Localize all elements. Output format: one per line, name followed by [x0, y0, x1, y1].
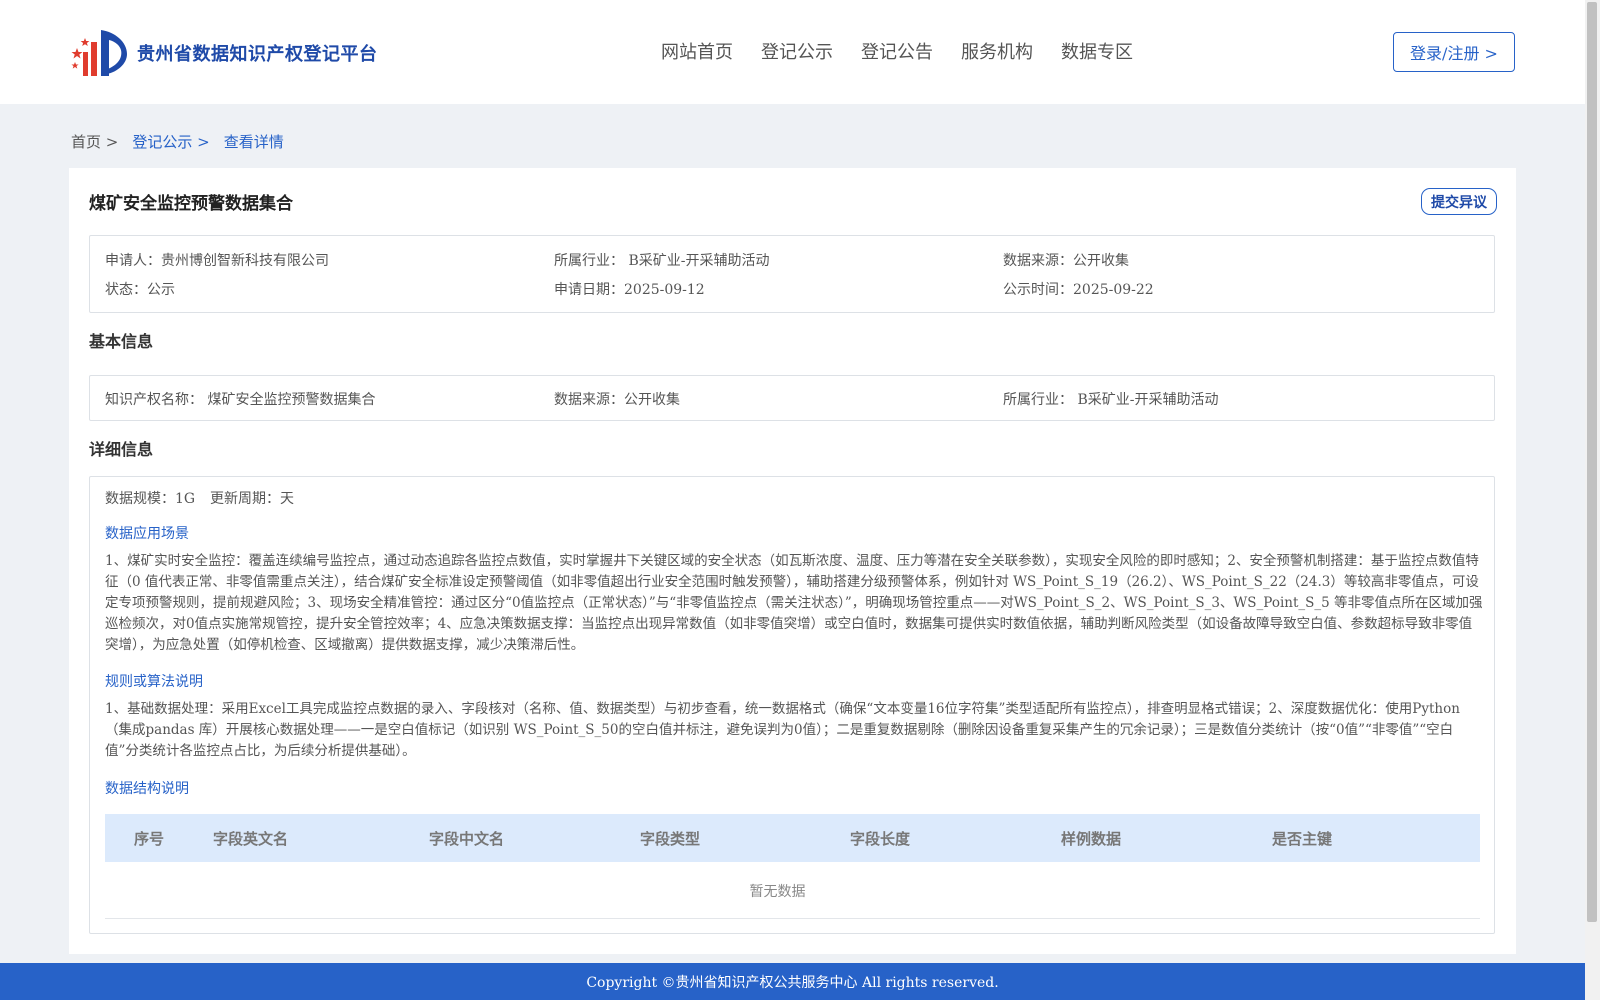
- th-field-type: 字段类型: [640, 830, 701, 848]
- table-divider: [105, 918, 1480, 919]
- data-scale: 数据规模：1G: [105, 491, 196, 507]
- basic-industry: 所属行业： B采矿业-开采辅助活动: [1003, 392, 1219, 408]
- nav-service-agencies[interactable]: 服务机构: [961, 38, 1033, 64]
- breadcrumb: 首页 > 登记公示 > 查看详情: [71, 131, 298, 152]
- submit-objection-button[interactable]: 提交异议: [1421, 188, 1497, 215]
- scrollbar-thumb[interactable]: [1587, 2, 1597, 922]
- site-brand-title[interactable]: 贵州省数据知识产权登记平台: [137, 40, 378, 66]
- login-register-button[interactable]: 登录/注册 >: [1393, 32, 1515, 72]
- applicant: 申请人：贵州博创智新科技有限公司: [105, 253, 329, 269]
- table-empty-text: 暂无数据: [749, 884, 806, 900]
- structure-table-header: 序号 字段英文名 字段中文名 字段类型 字段长度 样例数据 是否主键: [105, 814, 1480, 862]
- rule-text: 1、基础数据处理：采用Excel工具完成监控点数据的录入、字段核对（名称、值、数…: [105, 701, 1460, 759]
- site-logo-icon: [71, 30, 127, 76]
- main-nav: 网站首页 登记公示 登记公告 服务机构 数据专区: [661, 38, 1161, 64]
- publish-date: 公示时间：2025-09-22: [1003, 282, 1154, 298]
- nav-registration-publicity[interactable]: 登记公示: [761, 38, 833, 64]
- detail-info-heading: 详细信息: [89, 440, 154, 459]
- copyright-text: Copyright ©贵州省知识产权公共服务中心 All rights rese…: [586, 974, 999, 991]
- data-source: 数据来源：公开收集: [1003, 253, 1129, 269]
- site-header: 贵州省数据知识产权登记平台 网站首页 登记公示 登记公告 服务机构 数据专区 登…: [0, 0, 1585, 104]
- th-field-en: 字段英文名: [213, 830, 289, 848]
- nav-registration-announcement[interactable]: 登记公告: [861, 38, 933, 64]
- detail-info-box: 数据规模：1G 更新周期：天 数据应用场景 1、煤矿实时安全监控：覆盖连续编号监…: [89, 476, 1495, 934]
- industry: 所属行业： B采矿业-开采辅助活动: [554, 253, 770, 269]
- basic-data-source: 数据来源：公开收集: [554, 392, 680, 408]
- th-sample-data: 样例数据: [1061, 830, 1122, 848]
- breadcrumb-current: 查看详情: [223, 133, 284, 151]
- summary-box: 申请人：贵州博创智新科技有限公司 所属行业： B采矿业-开采辅助活动 数据来源：…: [89, 235, 1495, 313]
- th-primary-key: 是否主键: [1272, 830, 1333, 848]
- site-footer: Copyright ©贵州省知识产权公共服务中心 All rights rese…: [0, 963, 1585, 1000]
- detail-card: 煤矿安全监控预警数据集合 提交异议 申请人：贵州博创智新科技有限公司 所属行业：…: [69, 168, 1516, 954]
- apply-date: 申请日期：2025-09-12: [554, 282, 705, 298]
- th-field-length: 字段长度: [850, 830, 911, 848]
- th-index: 序号: [134, 830, 165, 848]
- th-field-cn: 字段中文名: [429, 830, 505, 848]
- structure-heading: 数据结构说明: [105, 781, 189, 797]
- scenario-heading: 数据应用场景: [105, 526, 189, 542]
- nav-data-zone[interactable]: 数据专区: [1061, 38, 1133, 64]
- basic-info-heading: 基本信息: [89, 332, 154, 351]
- page-title: 煤矿安全监控预警数据集合: [89, 194, 293, 214]
- update-cycle: 更新周期：天: [210, 491, 294, 507]
- scenario-text: 1、煤矿实时安全监控：覆盖连续编号监控点，通过动态追踪各监控点数值，实时掌握井下…: [105, 553, 1483, 653]
- page-scrollbar[interactable]: [1585, 0, 1600, 1000]
- status: 状态：公示: [105, 282, 175, 298]
- breadcrumb-publicity[interactable]: 登记公示 >: [132, 131, 209, 152]
- nav-home[interactable]: 网站首页: [661, 38, 733, 64]
- ip-name: 知识产权名称： 煤矿安全监控预警数据集合: [105, 392, 376, 408]
- rule-heading: 规则或算法说明: [105, 674, 203, 690]
- basic-info-box: 知识产权名称： 煤矿安全监控预警数据集合 数据来源：公开收集 所属行业： B采矿…: [89, 375, 1495, 421]
- breadcrumb-home[interactable]: 首页 >: [71, 131, 118, 152]
